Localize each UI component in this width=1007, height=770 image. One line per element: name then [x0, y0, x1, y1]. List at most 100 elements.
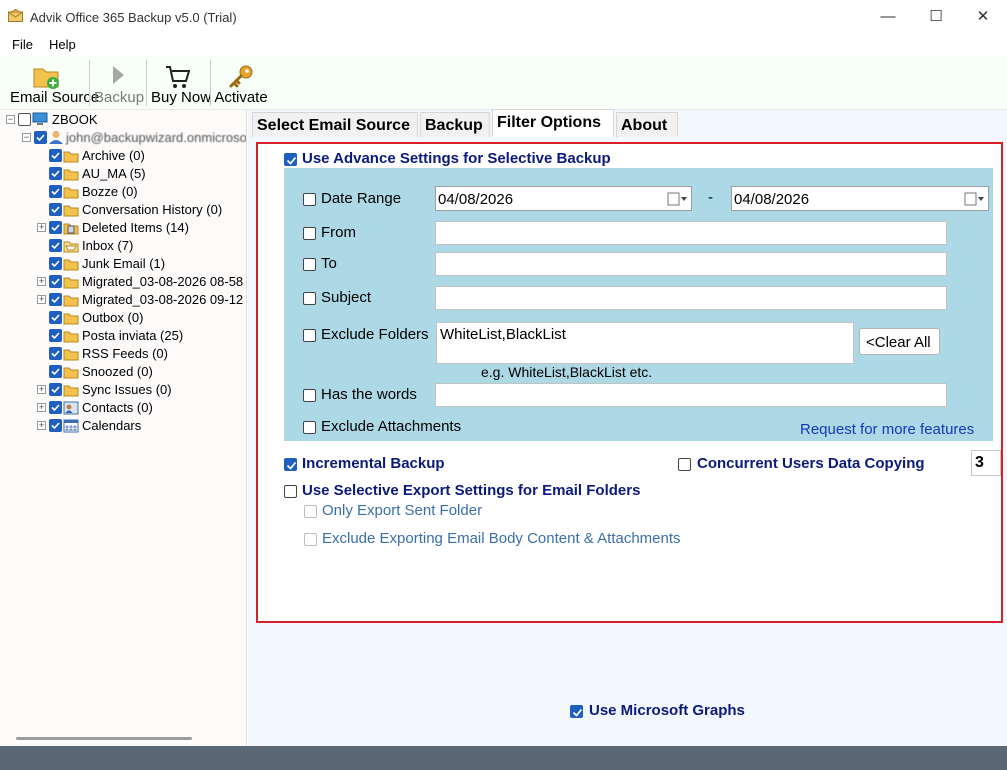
tree-folder-label: Inbox (7) [82, 238, 134, 253]
subject-input[interactable] [435, 286, 947, 310]
expand-icon[interactable]: + [37, 223, 46, 232]
tree-folder-item[interactable]: + Contacts (0) [0, 399, 246, 417]
folder-icon [63, 385, 79, 397]
close-button[interactable]: ✕ [971, 6, 995, 28]
tree-checkbox[interactable] [49, 383, 62, 396]
tree-checkbox[interactable] [49, 239, 62, 252]
selective-export-checkbox[interactable] [284, 485, 297, 498]
tree-checkbox[interactable] [49, 329, 62, 342]
tab-backup[interactable]: Backup [420, 112, 490, 137]
microsoft-graphs-checkbox[interactable] [570, 705, 583, 718]
exclude-folders-example: e.g. WhiteList,BlackList etc. [481, 364, 653, 380]
expand-icon[interactable]: + [37, 421, 46, 430]
buy-now-button[interactable]: Buy Now [151, 60, 211, 108]
tree-checkbox[interactable] [49, 419, 62, 432]
tree-folder-label: Bozze (0) [82, 184, 138, 199]
tree-folder-item[interactable]: Inbox (7) [0, 237, 246, 255]
menu-file[interactable]: File [12, 37, 33, 52]
clear-all-button[interactable]: <Clear All [859, 328, 940, 355]
calendar-dropdown-icon[interactable] [667, 192, 687, 206]
tree-checkbox[interactable] [49, 311, 62, 324]
date-to-picker[interactable]: 04/08/2026 [731, 186, 989, 211]
tree-checkbox[interactable] [49, 365, 62, 378]
incremental-backup-checkbox[interactable] [284, 458, 297, 471]
tree-checkbox[interactable] [49, 347, 62, 360]
activate-button[interactable]: Activate [214, 60, 268, 108]
tree-folder-label: Sync Issues (0) [82, 382, 172, 397]
tree-folder-item[interactable]: + Calendars [0, 417, 246, 435]
expand-icon[interactable]: + [37, 277, 46, 286]
tree-checkbox[interactable] [34, 131, 47, 144]
folder-icon [63, 151, 79, 163]
expand-icon[interactable]: + [37, 403, 46, 412]
exclude-attachments-checkbox[interactable] [303, 421, 316, 434]
expand-icon[interactable]: + [37, 385, 46, 394]
tree-account[interactable]: − john@backupwizard.onmicrosoft.com [0, 129, 247, 147]
folder-icon [63, 259, 79, 271]
exclude-body-checkbox[interactable] [304, 533, 317, 546]
email-source-button[interactable]: Email Source [10, 60, 99, 108]
tree-folder-label: Posta inviata (25) [82, 328, 184, 343]
tree-folder-label: Junk Email (1) [82, 256, 166, 271]
tree-folder-item[interactable]: Snoozed (0) [0, 363, 246, 381]
date-separator: - [708, 189, 713, 206]
play-icon [113, 66, 124, 84]
tab-about[interactable]: About [616, 112, 678, 137]
exclude-folders-checkbox[interactable] [303, 329, 316, 342]
expand-icon[interactable]: + [37, 295, 46, 304]
concurrent-users-count[interactable]: 3 [971, 450, 1001, 476]
from-label: From [321, 224, 356, 241]
has-words-checkbox[interactable] [303, 389, 316, 402]
from-checkbox[interactable] [303, 227, 316, 240]
tree-checkbox[interactable] [49, 257, 62, 270]
use-advance-checkbox[interactable] [284, 153, 297, 166]
has-words-input[interactable] [435, 383, 947, 407]
calendar-dropdown-icon[interactable] [964, 192, 984, 206]
date-range-checkbox[interactable] [303, 193, 316, 206]
minimize-button[interactable]: — [876, 6, 900, 28]
tree-folder-item[interactable]: Posta inviata (25) [0, 327, 246, 345]
tree-folder-item[interactable]: Junk Email (1) [0, 255, 246, 273]
backup-label: Backup [94, 89, 145, 106]
exclude-folders-input[interactable]: WhiteList,BlackList [436, 322, 854, 364]
to-checkbox[interactable] [303, 258, 316, 271]
tree-folder-item[interactable]: AU_MA (5) [0, 165, 246, 183]
tree-folder-item[interactable]: + Sync Issues (0) [0, 381, 246, 399]
tree-folder-item[interactable]: Archive (0) [0, 147, 246, 165]
to-input[interactable] [435, 252, 947, 276]
tree-folder-label: Migrated_03-08-2026 09-12 [82, 292, 244, 307]
tree-checkbox[interactable] [49, 149, 62, 162]
only-sent-checkbox[interactable] [304, 505, 317, 518]
tree-checkbox[interactable] [49, 275, 62, 288]
tree-checkbox[interactable] [49, 221, 62, 234]
tree-checkbox[interactable] [49, 167, 62, 180]
tree-folder-item[interactable]: + Migrated_03-08-2026 09-12 [0, 291, 246, 309]
tree-checkbox[interactable] [49, 293, 62, 306]
tree-folder-item[interactable]: Outbox (0) [0, 309, 246, 327]
tree-folder-item[interactable]: Bozze (0) [0, 183, 246, 201]
tab-filter-options[interactable]: Filter Options [492, 109, 614, 137]
collapse-icon[interactable]: − [22, 133, 31, 142]
maximize-button[interactable]: ☐ [924, 6, 948, 28]
concurrent-users-checkbox[interactable] [678, 458, 691, 471]
tree-folder-item[interactable]: Conversation History (0) [0, 201, 246, 219]
backup-button[interactable]: Backup [94, 60, 145, 108]
account-label: john@backupwizard.onmicrosoft.com [66, 130, 247, 145]
tree-checkbox[interactable] [18, 113, 31, 126]
menu-help[interactable]: Help [49, 37, 76, 52]
request-features-link[interactable]: Request for more features [800, 421, 974, 438]
tree-checkbox[interactable] [49, 185, 62, 198]
from-input[interactable] [435, 221, 947, 245]
tree-root[interactable]: − ZBOOK [0, 111, 246, 129]
microsoft-graphs-label: Use Microsoft Graphs [589, 702, 745, 719]
tree-checkbox[interactable] [49, 203, 62, 216]
tree-folder-item[interactable]: + Deleted Items (14) [0, 219, 246, 237]
tree-checkbox[interactable] [49, 401, 62, 414]
date-from-picker[interactable]: 04/08/2026 [435, 186, 692, 211]
tab-select-email-source[interactable]: Select Email Source [252, 112, 418, 137]
tree-folder-item[interactable]: RSS Feeds (0) [0, 345, 246, 363]
tree-horizontal-scrollbar[interactable] [16, 737, 192, 740]
tree-folder-item[interactable]: + Migrated_03-08-2026 08-58 [0, 273, 246, 291]
subject-checkbox[interactable] [303, 292, 316, 305]
collapse-icon[interactable]: − [6, 115, 15, 124]
